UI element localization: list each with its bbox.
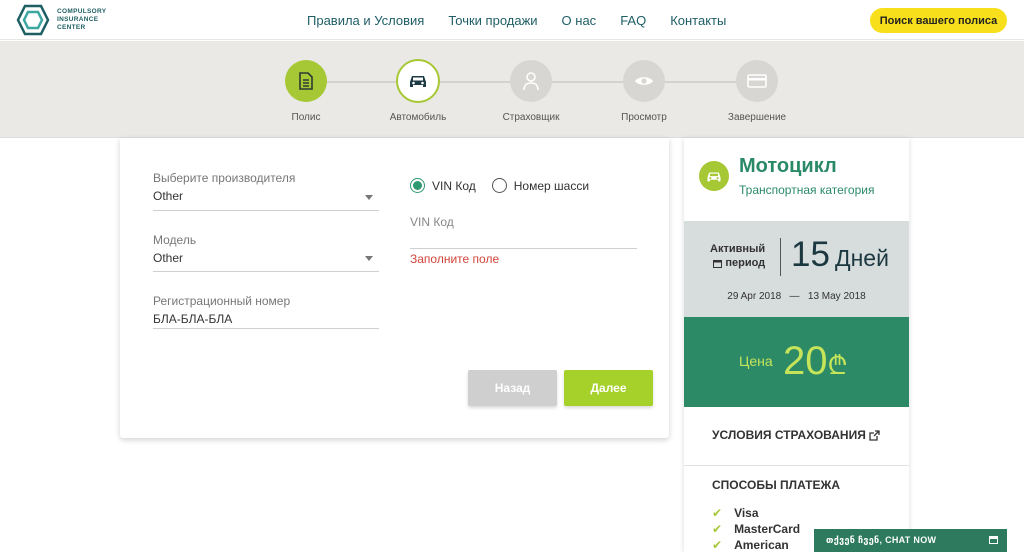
main-nav: Правила и Условия Точки продажи О нас FA… bbox=[307, 0, 750, 40]
period-label-line: Активный bbox=[710, 243, 766, 255]
field-value: Other bbox=[153, 251, 184, 265]
date-to: 13 May 2018 bbox=[807, 291, 866, 302]
radio-vin[interactable]: VIN Код bbox=[410, 178, 476, 193]
period-days: 15 bbox=[791, 235, 830, 274]
step-insurer[interactable]: Страховщик bbox=[491, 60, 571, 123]
field-label: VIN Код bbox=[410, 215, 454, 229]
step-review[interactable]: Просмотр bbox=[604, 60, 684, 123]
insurance-terms-link[interactable]: УСЛОВИЯ СТРАХОВАНИЯ bbox=[712, 428, 880, 442]
period-label-text: период bbox=[725, 257, 766, 269]
chevron-down-icon bbox=[365, 195, 373, 200]
card-icon bbox=[736, 60, 778, 102]
payment-method-item: ✔ MasterCard bbox=[712, 522, 800, 536]
top-header: COMPULSORY INSURANCE CENTER Правила и Ус… bbox=[0, 0, 1024, 40]
period-dates: 29 Apr 2018 — 13 May 2018 bbox=[684, 291, 909, 302]
logo-icon bbox=[16, 4, 50, 36]
external-link-icon bbox=[869, 429, 880, 441]
step-label: Страховщик bbox=[502, 112, 560, 123]
payment-methods-title: СПОСОБЫ ПЛАТЕЖА bbox=[712, 478, 840, 492]
vehicle-summary: Мотоцикл Транспортная категория bbox=[684, 138, 909, 221]
search-policy-button[interactable]: Поиск вашего полиса bbox=[870, 8, 1007, 33]
lari-currency-icon: ₾ bbox=[827, 350, 848, 380]
vin-input[interactable]: VIN Код bbox=[410, 215, 637, 249]
summary-panel: Мотоцикл Транспортная категория Активный… bbox=[684, 138, 909, 552]
date-from: 29 Apr 2018 bbox=[727, 291, 782, 302]
car-icon bbox=[396, 59, 440, 103]
nav-sales-points[interactable]: Точки продажи bbox=[448, 13, 537, 28]
step-label: Завершение bbox=[727, 112, 787, 123]
nav-terms[interactable]: Правила и Условия bbox=[307, 13, 424, 28]
nav-about[interactable]: О нас bbox=[562, 13, 597, 28]
identifier-type-radio-group: VIN Код Номер шасси bbox=[410, 178, 605, 193]
back-button[interactable]: Назад bbox=[468, 370, 557, 406]
field-label: Регистрационный номер bbox=[153, 294, 291, 308]
radio-chassis[interactable]: Номер шасси bbox=[491, 178, 590, 193]
period-label-line: период bbox=[710, 256, 765, 270]
payment-method-item: ✔ American bbox=[712, 538, 789, 552]
field-label: Модель bbox=[153, 233, 197, 247]
field-value: Other bbox=[153, 189, 184, 203]
check-icon: ✔ bbox=[712, 538, 723, 552]
price-label: Цена bbox=[739, 353, 773, 369]
calendar-icon bbox=[713, 259, 723, 268]
field-value: БЛА-БЛА-БЛА bbox=[153, 312, 233, 326]
registration-number-field[interactable]: Регистрационный номер БЛА-БЛА-БЛА bbox=[153, 294, 379, 329]
chat-now-widget[interactable]: თქვენ ჩვენ, CHAT NOW bbox=[814, 529, 1007, 552]
field-label: Выберите производителя bbox=[153, 171, 296, 185]
window-icon bbox=[989, 536, 998, 544]
check-icon: ✔ bbox=[712, 522, 723, 536]
eye-icon bbox=[623, 60, 665, 102]
chat-label: თქვენ ჩვენ, CHAT NOW bbox=[826, 535, 937, 545]
step-label: Просмотр bbox=[621, 112, 667, 123]
radio-button bbox=[491, 178, 507, 193]
price-value: 20₾ bbox=[783, 339, 848, 387]
logo[interactable]: COMPULSORY INSURANCE CENTER bbox=[16, 4, 117, 36]
active-period: Активный период 15 Дней 29 Apr 2018 — 13… bbox=[684, 221, 909, 317]
payment-method-label: Visa bbox=[734, 506, 759, 520]
car-icon bbox=[699, 161, 729, 191]
document-icon bbox=[285, 60, 327, 102]
radio-button-checked bbox=[410, 178, 425, 193]
radio-label: VIN Код bbox=[432, 178, 476, 193]
vehicle-form-card: Выберите производителя Other Модель Othe… bbox=[120, 138, 669, 438]
step-vehicle[interactable]: Автомобиль bbox=[378, 59, 458, 123]
next-button[interactable]: Далее bbox=[564, 370, 653, 406]
step-policy[interactable]: Полис bbox=[266, 60, 346, 123]
terms-label: УСЛОВИЯ СТРАХОВАНИЯ bbox=[712, 428, 866, 442]
radio-label: Номер шасси bbox=[513, 178, 590, 193]
nav-contacts[interactable]: Контакты bbox=[670, 13, 726, 28]
payment-method-item: ✔ Visa bbox=[712, 506, 759, 520]
payment-method-label: MasterCard bbox=[734, 522, 801, 536]
check-icon: ✔ bbox=[712, 506, 723, 520]
person-icon bbox=[510, 60, 552, 102]
step-label: Автомобиль bbox=[389, 112, 447, 123]
price-amount: 20 bbox=[783, 339, 828, 383]
vehicle-name: Мотоцикл bbox=[739, 155, 837, 177]
logo-text: COMPULSORY INSURANCE CENTER bbox=[57, 8, 107, 31]
step-label: Полис bbox=[291, 112, 321, 123]
model-select[interactable]: Модель Other bbox=[153, 233, 379, 272]
date-separator: — bbox=[789, 291, 800, 302]
chevron-down-icon bbox=[365, 256, 373, 261]
nav-faq[interactable]: FAQ bbox=[620, 13, 646, 28]
progress-stepper: Полис Автомобиль Страховщик Просмотр Зав… bbox=[0, 41, 1024, 138]
validation-error: Заполните поле bbox=[410, 252, 500, 266]
divider bbox=[684, 465, 909, 466]
step-finish[interactable]: Завершение bbox=[717, 60, 797, 123]
period-unit: Дней bbox=[835, 245, 889, 271]
payment-method-label: American bbox=[734, 538, 789, 552]
vehicle-category: Транспортная категория bbox=[739, 183, 875, 197]
price-block: Цена 20₾ bbox=[684, 317, 909, 407]
divider bbox=[780, 238, 781, 276]
manufacturer-select[interactable]: Выберите производителя Other bbox=[153, 171, 379, 211]
period-label: Активный период bbox=[710, 242, 765, 270]
